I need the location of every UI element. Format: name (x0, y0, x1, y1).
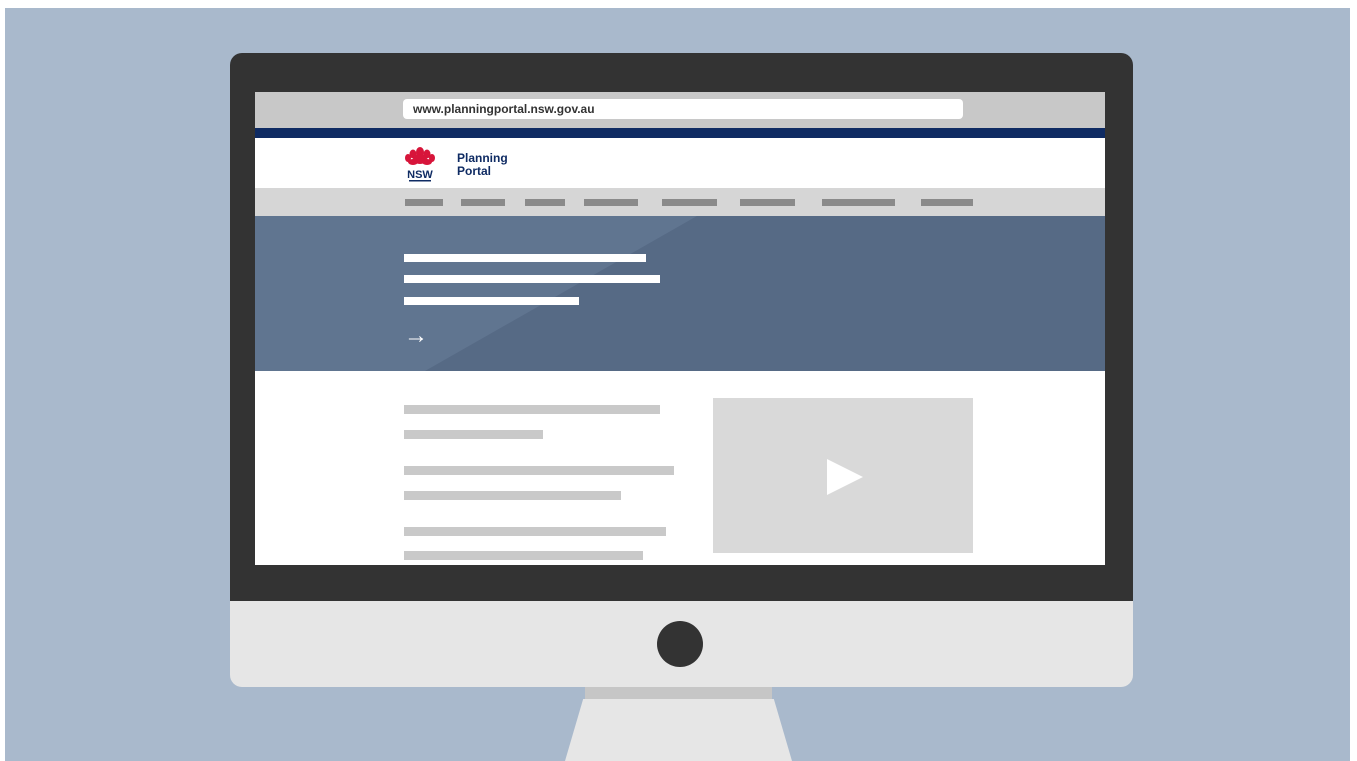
hero-banner: → (255, 216, 1105, 371)
content-text-line (404, 551, 643, 560)
monitor-logo-dot (657, 621, 703, 667)
logo-line-portal: Portal (457, 164, 492, 178)
content-text-line (404, 527, 666, 536)
main-nav (255, 188, 1105, 216)
nav-item[interactable] (584, 199, 638, 206)
play-icon[interactable] (827, 459, 863, 495)
stand-shadow (585, 687, 772, 699)
site-header: NSW Planning Portal (255, 138, 1105, 188)
hero-text-line (404, 297, 579, 305)
nav-item[interactable] (921, 199, 973, 206)
hero-sheen (255, 216, 697, 371)
background: NSW Planning Portal → (5, 8, 1350, 761)
site-logo-text[interactable]: Planning Portal (457, 152, 508, 178)
nav-item[interactable] (461, 199, 505, 206)
content-text-line (404, 466, 674, 475)
monitor-stand (565, 699, 792, 761)
right-arrow-icon[interactable]: → (404, 324, 428, 348)
video-player[interactable] (713, 398, 973, 553)
content-text-line (404, 405, 660, 414)
logo-mark-text: NSW (407, 169, 433, 181)
address-bar[interactable] (403, 99, 963, 119)
content-text-line (404, 430, 543, 439)
browser-toolbar (255, 92, 1105, 128)
content-text-line (404, 491, 621, 500)
hero-text-line (404, 254, 646, 262)
nsw-waratah-logo[interactable]: NSW (400, 146, 440, 186)
monitor-screen: NSW Planning Portal → (255, 92, 1105, 565)
header-strip (255, 128, 1105, 138)
nav-item[interactable] (525, 199, 565, 206)
nav-item[interactable] (662, 199, 717, 206)
nav-item[interactable] (740, 199, 795, 206)
monitor-chin (230, 601, 1133, 687)
nav-item[interactable] (405, 199, 443, 206)
nav-item[interactable] (822, 199, 895, 206)
hero-text-line (404, 275, 660, 283)
